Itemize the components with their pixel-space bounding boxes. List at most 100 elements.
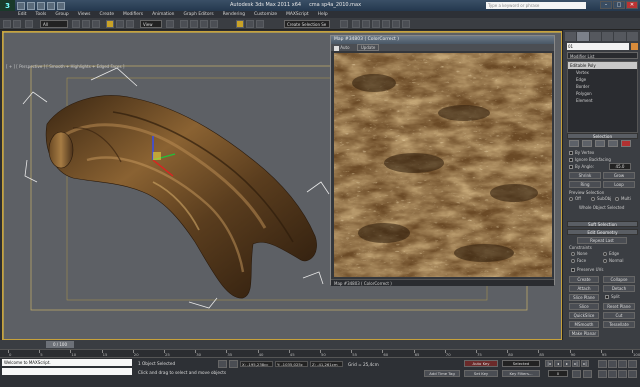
move-icon[interactable] — [106, 20, 114, 28]
modify-tab-icon[interactable] — [577, 32, 589, 41]
render-production-icon[interactable] — [402, 20, 410, 28]
zoom-extents-all-icon[interactable] — [628, 360, 637, 368]
menu-tools[interactable]: Tools — [36, 12, 47, 17]
attach-button[interactable]: Attach — [569, 285, 599, 292]
render-setup-icon[interactable] — [382, 20, 390, 28]
spinner-snap-icon[interactable] — [210, 20, 218, 28]
split-checkbox[interactable] — [605, 295, 609, 299]
select-by-name-icon[interactable] — [82, 20, 90, 28]
next-frame-icon[interactable]: ▸| — [572, 360, 580, 367]
scale-icon[interactable] — [126, 20, 134, 28]
app-logo-icon[interactable]: 3 — [0, 0, 15, 11]
loop-button[interactable]: Loop — [603, 181, 635, 188]
border-mode-icon[interactable] — [595, 140, 605, 147]
maxscript-listener-field[interactable]: Welcome to MAXScript. — [2, 359, 132, 366]
save-file-icon[interactable] — [37, 1, 45, 10]
set-key-button[interactable]: Set Key — [464, 370, 498, 377]
edge-mode-icon[interactable] — [582, 140, 592, 147]
material-preview-window[interactable]: Map #34803 ( ColorCorrect ) Auto Update — [330, 35, 555, 286]
rotate-icon[interactable] — [116, 20, 124, 28]
menu-rendering[interactable]: Rendering — [223, 12, 245, 17]
stack-item-border[interactable]: Border — [568, 83, 637, 90]
create-tab-icon[interactable] — [565, 32, 577, 41]
menu-customize[interactable]: Customize — [254, 12, 277, 17]
display-tab-icon[interactable] — [614, 32, 626, 41]
modifier-list-dropdown[interactable]: Modifier List — [567, 52, 638, 59]
auto-key-button[interactable]: Auto Key — [464, 360, 498, 367]
detach-button[interactable]: Detach — [603, 285, 635, 292]
create-button[interactable]: Create — [569, 276, 599, 283]
key-mode-dropdown[interactable]: Selected — [502, 360, 540, 367]
schematic-view-icon[interactable] — [362, 20, 370, 28]
collapse-button[interactable]: Collapse — [603, 276, 635, 283]
lock-selection-icon[interactable] — [218, 360, 227, 368]
ignore-backfacing-checkbox[interactable] — [569, 158, 573, 162]
stack-item-vertex[interactable]: Vertex — [568, 69, 637, 76]
menu-graph-editors[interactable]: Graph Editors — [183, 12, 213, 17]
named-selection-set-dropdown[interactable]: Create Selection Se — [284, 20, 330, 28]
menu-views[interactable]: Views — [78, 12, 91, 17]
polygon-mode-icon[interactable] — [608, 140, 618, 147]
preserve-uvs-checkbox[interactable] — [571, 268, 575, 272]
close-icon[interactable]: ✕ — [626, 1, 638, 9]
by-angle-checkbox[interactable] — [569, 165, 573, 169]
stack-item-polygon[interactable]: Polygon — [568, 90, 637, 97]
redo-icon[interactable] — [13, 20, 21, 28]
stack-item-element[interactable]: Element — [568, 97, 637, 104]
key-mode-icon[interactable] — [572, 370, 581, 378]
link-icon[interactable] — [25, 20, 33, 28]
go-to-start-icon[interactable]: |◂ — [545, 360, 553, 367]
previous-frame-icon[interactable]: ◂ — [554, 360, 562, 367]
ring-button[interactable]: Ring — [569, 181, 601, 188]
maximize-viewport-icon[interactable] — [628, 370, 637, 378]
auto-update-checkbox[interactable] — [334, 45, 339, 51]
go-to-end-icon[interactable]: ▸| — [581, 360, 589, 367]
menu-create[interactable]: Create — [99, 12, 114, 17]
time-slider-bar[interactable]: 0 / 100 — [0, 340, 640, 349]
preview-off-radio[interactable] — [569, 197, 573, 201]
shrink-button[interactable]: Shrink — [569, 172, 601, 179]
edit-geometry-rollout[interactable]: Edit Geometry — [567, 229, 638, 235]
menu-group[interactable]: Group — [55, 12, 68, 17]
constraint-normal-radio[interactable] — [603, 259, 607, 263]
soft-selection-rollout[interactable]: Soft Selection — [567, 221, 638, 227]
tessellate-button[interactable]: Tessellate — [603, 321, 635, 328]
align-icon[interactable] — [256, 20, 264, 28]
zoom-extents-icon[interactable] — [618, 360, 627, 368]
pan-view-icon[interactable] — [608, 370, 617, 378]
add-time-tag-button[interactable]: Add Time Tag — [424, 370, 460, 377]
select-object-icon[interactable] — [72, 20, 80, 28]
object-name-field[interactable]: 01 — [567, 43, 629, 50]
msmooth-button[interactable]: MSmooth — [569, 321, 599, 328]
search-input[interactable]: Type a keyword or phrase — [486, 2, 586, 9]
current-frame-field[interactable]: 0 — [548, 370, 568, 377]
stack-item-editable-poly[interactable]: Editable Poly — [568, 62, 637, 69]
object-color-swatch[interactable] — [631, 43, 638, 50]
pivot-icon[interactable] — [166, 20, 174, 28]
hierarchy-tab-icon[interactable] — [589, 32, 601, 41]
viewport-label[interactable]: [ + ] [ Perspective ] [ Smooth + Highlig… — [6, 64, 124, 69]
by-vertex-checkbox[interactable] — [569, 151, 573, 155]
menu-modifiers[interactable]: Modifiers — [123, 12, 143, 17]
grow-button[interactable]: Grow — [603, 172, 635, 179]
reset-plane-button[interactable]: Reset Plane — [603, 303, 635, 310]
percent-snap-icon[interactable] — [200, 20, 208, 28]
new-file-icon[interactable] — [17, 1, 25, 10]
layer-manager-icon[interactable] — [340, 20, 348, 28]
absolute-mode-icon[interactable] — [229, 360, 238, 368]
zoom-all-icon[interactable] — [608, 360, 617, 368]
angle-snap-icon[interactable] — [190, 20, 198, 28]
constraint-edge-radio[interactable] — [603, 252, 607, 256]
utilities-tab-icon[interactable] — [626, 32, 638, 41]
menu-help[interactable]: Help — [318, 12, 328, 17]
update-button[interactable]: Update — [356, 44, 380, 51]
time-configuration-icon[interactable] — [583, 370, 592, 378]
y-coordinate-field[interactable]: Y: -1035,025c — [275, 361, 308, 367]
stack-item-edge[interactable]: Edge — [568, 76, 637, 83]
curve-editor-icon[interactable] — [352, 20, 360, 28]
key-filters-button[interactable]: Key Filters... — [502, 370, 540, 377]
maxscript-input-field[interactable] — [2, 368, 132, 375]
selection-rollout[interactable]: Selection — [567, 133, 638, 139]
slice-plane-button[interactable]: Slice Plane — [569, 294, 599, 301]
orbit-icon[interactable] — [618, 370, 627, 378]
